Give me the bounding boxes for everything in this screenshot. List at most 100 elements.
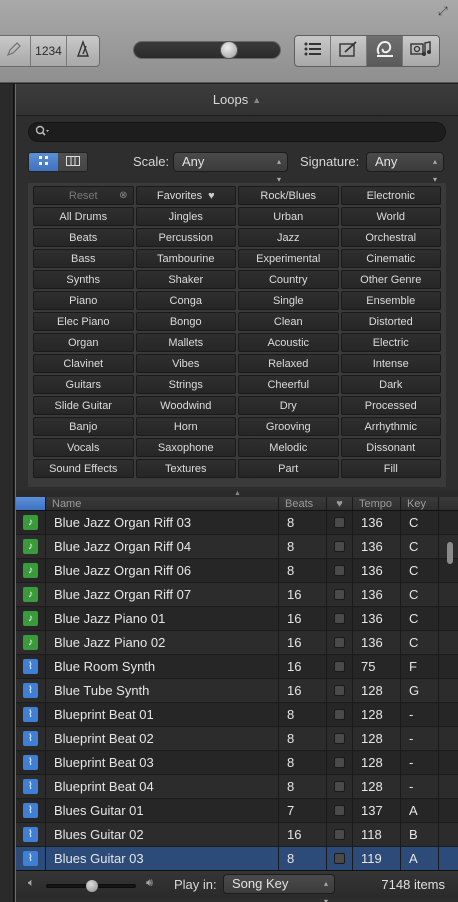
- scale-select[interactable]: Any ▴ ▾: [173, 152, 288, 184]
- keyword-button-textures[interactable]: Textures: [135, 459, 236, 478]
- table-row[interactable]: ⌇ Blueprint Beat 02 8 128-: [16, 727, 458, 751]
- keyword-button-cheerful[interactable]: Cheerful: [238, 375, 339, 394]
- keyword-button-distorted[interactable]: Distorted: [340, 312, 441, 331]
- column-header-favorite[interactable]: ♥: [327, 497, 353, 510]
- keyword-button-clean[interactable]: Clean: [238, 312, 339, 331]
- loop-browser-button[interactable]: [367, 36, 403, 66]
- table-row[interactable]: ⌇ Blue Room Synth 16 75 F: [16, 655, 458, 679]
- keyword-button-part[interactable]: Part: [238, 459, 339, 478]
- favorite-checkbox[interactable]: [334, 541, 345, 552]
- keyword-button-percussion[interactable]: Percussion: [135, 228, 236, 247]
- keyword-button-bass[interactable]: Bass: [33, 249, 134, 268]
- keyword-button-relaxed[interactable]: Relaxed: [238, 354, 339, 373]
- keyword-button-electronic[interactable]: Electronic: [340, 186, 441, 205]
- keyword-button-banjo[interactable]: Banjo: [33, 417, 134, 436]
- table-row[interactable]: ♪ Blue Jazz Organ Riff 07 16 136 C: [16, 583, 458, 607]
- preview-volume-knob[interactable]: [86, 880, 98, 892]
- column-header-type[interactable]: [16, 497, 46, 510]
- keyword-button-organ[interactable]: Organ: [33, 333, 134, 352]
- keyword-button-ensemble[interactable]: Ensemble: [340, 291, 441, 310]
- panel-header[interactable]: Loops ▲︎: [16, 84, 458, 116]
- keyword-button-dark[interactable]: Dark: [340, 375, 441, 394]
- keyword-button-strings[interactable]: Strings: [135, 375, 236, 394]
- keyword-button-sound-effects[interactable]: Sound Effects: [33, 459, 134, 478]
- keyword-button-tambourine[interactable]: Tambourine: [135, 249, 236, 268]
- table-row[interactable]: ♪ Blue Jazz Piano 01 16 136 C: [16, 607, 458, 631]
- signature-select[interactable]: Any ▴ ▾: [366, 152, 444, 184]
- keyword-button-rock-blues[interactable]: Rock/Blues: [238, 186, 339, 205]
- table-row[interactable]: ♪ Blue Jazz Piano 02 16 136 C: [16, 631, 458, 655]
- keyword-button-all-drums[interactable]: All Drums: [33, 207, 134, 226]
- keyword-button-melodic[interactable]: Melodic: [238, 438, 339, 457]
- keyword-button-dissonant[interactable]: Dissonant: [340, 438, 441, 457]
- keyword-button-experimental[interactable]: Experimental: [238, 249, 339, 268]
- favorite-checkbox[interactable]: [334, 661, 345, 672]
- column-header-name[interactable]: Name: [46, 497, 279, 510]
- button-view-toggle[interactable]: [29, 153, 58, 171]
- table-row[interactable]: ⌇ Blues Guitar 03 8 119 A: [16, 847, 458, 871]
- favorite-checkbox[interactable]: [334, 589, 345, 600]
- keyword-button-bongo[interactable]: Bongo: [135, 312, 236, 331]
- keyword-button-vocals[interactable]: Vocals: [33, 438, 134, 457]
- table-row[interactable]: ⌇ Blue Tube Synth 16 128 G: [16, 679, 458, 703]
- keyword-button-favorites[interactable]: Favorites ♥: [135, 186, 236, 205]
- keyword-button-horn[interactable]: Horn: [135, 417, 236, 436]
- keyword-button-acoustic[interactable]: Acoustic: [238, 333, 339, 352]
- column-header-key[interactable]: Key: [401, 497, 439, 510]
- keyword-button-slide-guitar[interactable]: Slide Guitar: [33, 396, 134, 415]
- keyword-button-cinematic[interactable]: Cinematic: [340, 249, 441, 268]
- keyword-button-electric[interactable]: Electric: [340, 333, 441, 352]
- table-row[interactable]: ⌇ Blues Guitar 01 7 137 A: [16, 799, 458, 823]
- list-editors-button[interactable]: [295, 36, 331, 66]
- count-in-button[interactable]: 1234: [31, 36, 67, 66]
- master-volume-knob[interactable]: [219, 41, 238, 59]
- pencil-button[interactable]: [0, 36, 31, 66]
- table-row[interactable]: ♪ Blue Jazz Organ Riff 03 8 136 C: [16, 511, 458, 535]
- favorite-checkbox[interactable]: [334, 637, 345, 648]
- favorite-checkbox[interactable]: [334, 781, 345, 792]
- favorite-checkbox[interactable]: [334, 853, 345, 864]
- keyword-button-intense[interactable]: Intense: [340, 354, 441, 373]
- keyword-button-single[interactable]: Single: [238, 291, 339, 310]
- favorite-checkbox[interactable]: [334, 565, 345, 576]
- keyword-button-clavinet[interactable]: Clavinet: [33, 354, 134, 373]
- keyword-button-conga[interactable]: Conga: [135, 291, 236, 310]
- keyword-button-reset[interactable]: Reset ⊗: [33, 186, 134, 205]
- keyword-button-dry[interactable]: Dry: [238, 396, 339, 415]
- keyword-button-country[interactable]: Country: [238, 270, 339, 289]
- keyword-button-urban[interactable]: Urban: [238, 207, 339, 226]
- keyword-button-vibes[interactable]: Vibes: [135, 354, 236, 373]
- search-field[interactable]: [28, 122, 446, 142]
- keyword-button-elec-piano[interactable]: Elec Piano: [33, 312, 134, 331]
- keyword-button-woodwind[interactable]: Woodwind: [135, 396, 236, 415]
- favorite-checkbox[interactable]: [334, 805, 345, 816]
- table-row[interactable]: ⌇ Blueprint Beat 04 8 128-: [16, 775, 458, 799]
- keyword-button-jingles[interactable]: Jingles: [135, 207, 236, 226]
- keyword-button-arrhythmic[interactable]: Arrhythmic: [340, 417, 441, 436]
- expand-icon[interactable]: ⤢: [438, 4, 452, 18]
- favorite-checkbox[interactable]: [334, 757, 345, 768]
- favorite-checkbox[interactable]: [334, 709, 345, 720]
- media-browser-button[interactable]: [403, 36, 439, 66]
- keyword-button-processed[interactable]: Processed: [340, 396, 441, 415]
- keyword-button-grooving[interactable]: Grooving: [238, 417, 339, 436]
- table-row[interactable]: ⌇ Blues Guitar 02 16 118 B: [16, 823, 458, 847]
- favorite-checkbox[interactable]: [334, 613, 345, 624]
- preview-volume-slider[interactable]: [46, 880, 136, 892]
- keyword-button-piano[interactable]: Piano: [33, 291, 134, 310]
- favorite-checkbox[interactable]: [334, 733, 345, 744]
- keyword-button-mallets[interactable]: Mallets: [135, 333, 236, 352]
- play-in-select[interactable]: Song Key ▴ ▾: [223, 874, 335, 902]
- scrollbar-thumb[interactable]: [447, 542, 453, 564]
- column-header-beats[interactable]: Beats: [279, 497, 327, 510]
- keyword-button-saxophone[interactable]: Saxophone: [135, 438, 236, 457]
- notepad-button[interactable]: [331, 36, 367, 66]
- keyword-button-fill[interactable]: Fill: [340, 459, 441, 478]
- keyword-button-guitars[interactable]: Guitars: [33, 375, 134, 394]
- master-volume-slider[interactable]: [133, 41, 281, 59]
- favorite-checkbox[interactable]: [334, 517, 345, 528]
- keyword-button-synths[interactable]: Synths: [33, 270, 134, 289]
- keyword-button-shaker[interactable]: Shaker: [135, 270, 236, 289]
- favorite-checkbox[interactable]: [334, 829, 345, 840]
- table-row[interactable]: ♪ Blue Jazz Organ Riff 06 8 136 C: [16, 559, 458, 583]
